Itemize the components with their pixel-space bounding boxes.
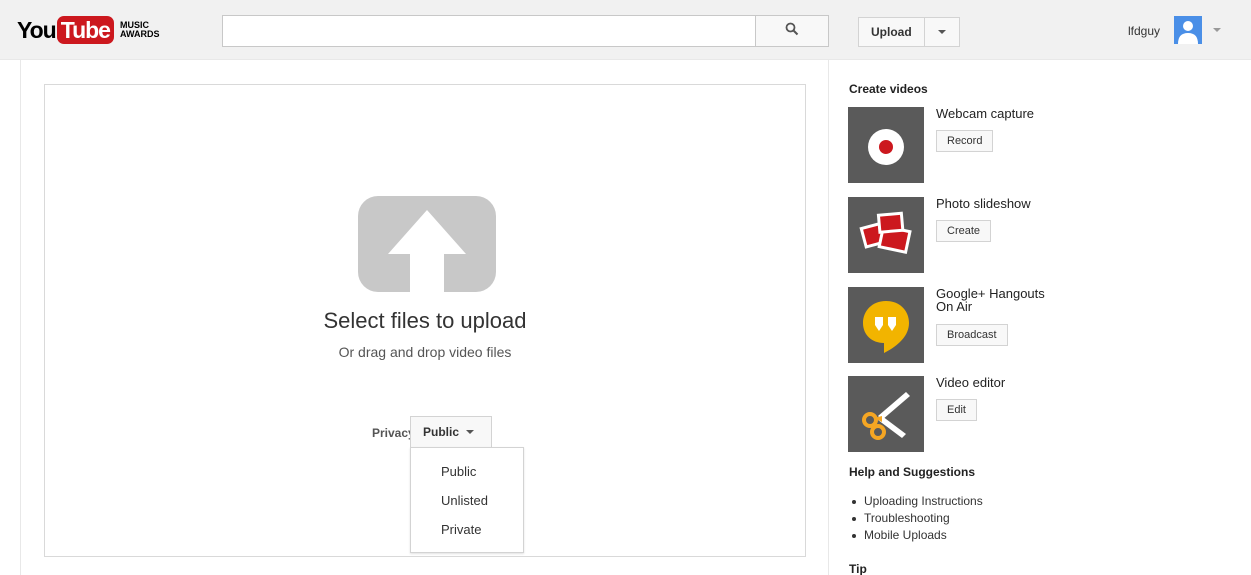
hangouts-icon xyxy=(863,301,909,353)
help-links-list: Uploading Instructions Troubleshooting M… xyxy=(849,493,983,544)
upload-menu-toggle[interactable] xyxy=(925,18,959,46)
webcam-capture-thumbnail[interactable] xyxy=(848,107,924,183)
help-suggestions-heading: Help and Suggestions xyxy=(849,465,976,479)
troubleshooting-link[interactable]: Troubleshooting xyxy=(864,510,950,527)
uploading-instructions-link[interactable]: Uploading Instructions xyxy=(864,493,983,510)
youtube-logo[interactable]: You Tube MUSIC AWARDS xyxy=(17,14,160,46)
chevron-down-icon xyxy=(937,30,946,34)
upload-page: You Tube MUSIC AWARDS Upload lfdguy Sele… xyxy=(0,0,1251,575)
logo-you-text: You xyxy=(17,16,57,43)
photo-slideshow-thumbnail[interactable] xyxy=(848,197,924,273)
user-silhouette-icon xyxy=(1178,21,1198,44)
privacy-option-private[interactable]: Private xyxy=(441,522,481,537)
video-editor-title: Video editor xyxy=(936,375,1006,390)
search-icon xyxy=(785,22,799,41)
upload-arrow-icon[interactable] xyxy=(358,196,496,292)
chevron-down-icon xyxy=(466,430,475,434)
account-username[interactable]: lfdguy xyxy=(1128,24,1160,38)
logo-tube-text: Tube xyxy=(56,16,114,44)
hangouts-title-line2: On Air xyxy=(936,299,973,314)
photos-icon xyxy=(859,211,912,255)
photo-slideshow-title: Photo slideshow xyxy=(936,196,1031,211)
broadcast-button[interactable]: Broadcast xyxy=(936,324,1008,346)
help-link-item[interactable]: Uploading Instructions xyxy=(849,493,983,510)
avatar[interactable] xyxy=(1174,16,1202,44)
bullet-icon xyxy=(852,533,856,538)
bullet-icon xyxy=(852,516,856,521)
create-videos-heading: Create videos xyxy=(849,82,928,96)
hangouts-thumbnail[interactable] xyxy=(848,287,924,363)
create-slideshow-button[interactable]: Create xyxy=(936,220,992,242)
search-input[interactable] xyxy=(222,15,756,47)
privacy-select[interactable]: Public xyxy=(410,416,492,448)
account-menu-chevron-icon[interactable] xyxy=(1213,28,1221,32)
upload-button-label: Upload xyxy=(859,18,925,46)
record-button[interactable]: Record xyxy=(936,130,994,152)
help-link-item[interactable]: Troubleshooting xyxy=(849,510,983,527)
record-icon xyxy=(868,129,904,165)
privacy-option-unlisted[interactable]: Unlisted xyxy=(441,493,488,508)
privacy-dropdown-menu: Public Unlisted Private xyxy=(410,447,524,553)
mobile-uploads-link[interactable]: Mobile Uploads xyxy=(864,527,947,544)
video-editor-thumbnail[interactable] xyxy=(848,376,924,452)
select-files-title: Select files to upload xyxy=(323,308,527,333)
masthead: You Tube MUSIC AWARDS Upload lfdguy xyxy=(0,0,1251,60)
help-link-item[interactable]: Mobile Uploads xyxy=(849,527,983,544)
drag-drop-hint: Or drag and drop video files xyxy=(338,344,512,360)
edit-video-button[interactable]: Edit xyxy=(936,399,977,421)
search-button[interactable] xyxy=(755,15,829,47)
tip-heading: Tip xyxy=(849,562,867,575)
logo-music-awards: MUSIC AWARDS xyxy=(119,20,160,39)
upload-button[interactable]: Upload xyxy=(858,17,960,47)
privacy-selected-value: Public xyxy=(423,425,460,439)
privacy-option-public[interactable]: Public xyxy=(441,464,476,479)
bullet-icon xyxy=(852,499,856,504)
scissors-icon xyxy=(862,392,910,440)
webcam-capture-title: Webcam capture xyxy=(936,106,1035,121)
